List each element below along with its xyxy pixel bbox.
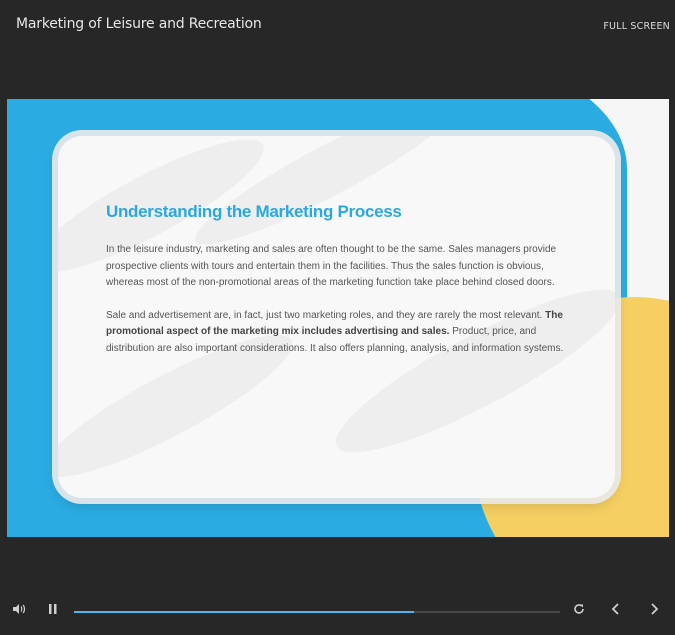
content-card: Understanding the Marketing Process In t… <box>58 136 615 498</box>
pause-icon[interactable] <box>47 602 59 619</box>
slide-heading: Understanding the Marketing Process <box>106 202 402 221</box>
progress-bar[interactable] <box>74 611 560 613</box>
replay-icon[interactable] <box>572 602 586 619</box>
course-title: Marketing of Leisure and Recreation <box>16 16 262 32</box>
slide-canvas: Understanding the Marketing Process In t… <box>7 99 669 537</box>
player-controls <box>0 590 675 635</box>
top-bar: Marketing of Leisure and Recreation FULL… <box>0 0 675 99</box>
slide-body: In the leisure industry, marketing and s… <box>106 242 572 374</box>
progress-fill <box>74 611 415 613</box>
volume-icon[interactable] <box>12 602 26 619</box>
fullscreen-button[interactable]: FULL SCREEN <box>603 21 670 32</box>
paragraph-2: Sale and advertisement are, in fact, jus… <box>106 308 572 358</box>
previous-icon[interactable] <box>610 602 622 619</box>
paragraph-2-start: Sale and advertisement are, in fact, jus… <box>106 309 543 321</box>
next-icon[interactable] <box>648 602 660 619</box>
paragraph-1: In the leisure industry, marketing and s… <box>106 244 557 289</box>
